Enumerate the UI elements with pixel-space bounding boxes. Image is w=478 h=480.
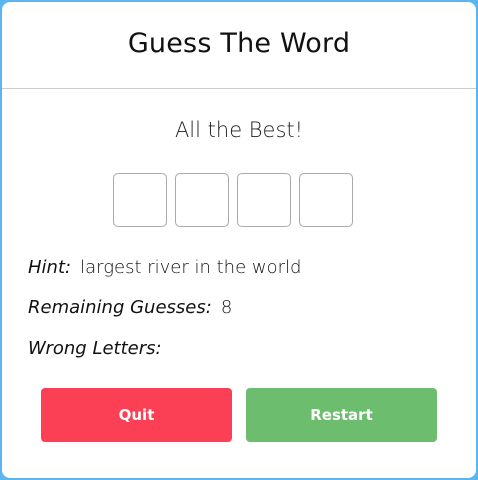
encouragement-message: All the Best! bbox=[174, 118, 304, 142]
hint-line: Hint: largest river in the world bbox=[28, 257, 301, 278]
game-card: Guess The Word All the Best! Hint: larges… bbox=[2, 2, 476, 478]
letter-box-2[interactable] bbox=[175, 173, 229, 227]
wrong-letters-line: Wrong Letters: bbox=[28, 338, 171, 359]
quit-button[interactable]: Quit bbox=[41, 388, 232, 442]
game-title: Guess The Word bbox=[127, 28, 351, 59]
wrong-letters-label: Wrong Letters: bbox=[28, 338, 162, 359]
letter-boxes bbox=[113, 173, 353, 227]
letter-box-3[interactable] bbox=[237, 173, 291, 227]
letter-box-1[interactable] bbox=[113, 173, 167, 227]
remaining-guesses-line: Remaining Guesses: 8 bbox=[28, 297, 232, 318]
remaining-guesses-value: 8 bbox=[220, 297, 233, 318]
hint-value: largest river in the world bbox=[80, 257, 302, 278]
remaining-guesses-label: Remaining Guesses: bbox=[28, 297, 212, 318]
restart-button[interactable]: Restart bbox=[246, 388, 437, 442]
hint-label: Hint: bbox=[28, 257, 72, 278]
letter-box-4[interactable] bbox=[299, 173, 353, 227]
header-divider bbox=[2, 88, 476, 89]
